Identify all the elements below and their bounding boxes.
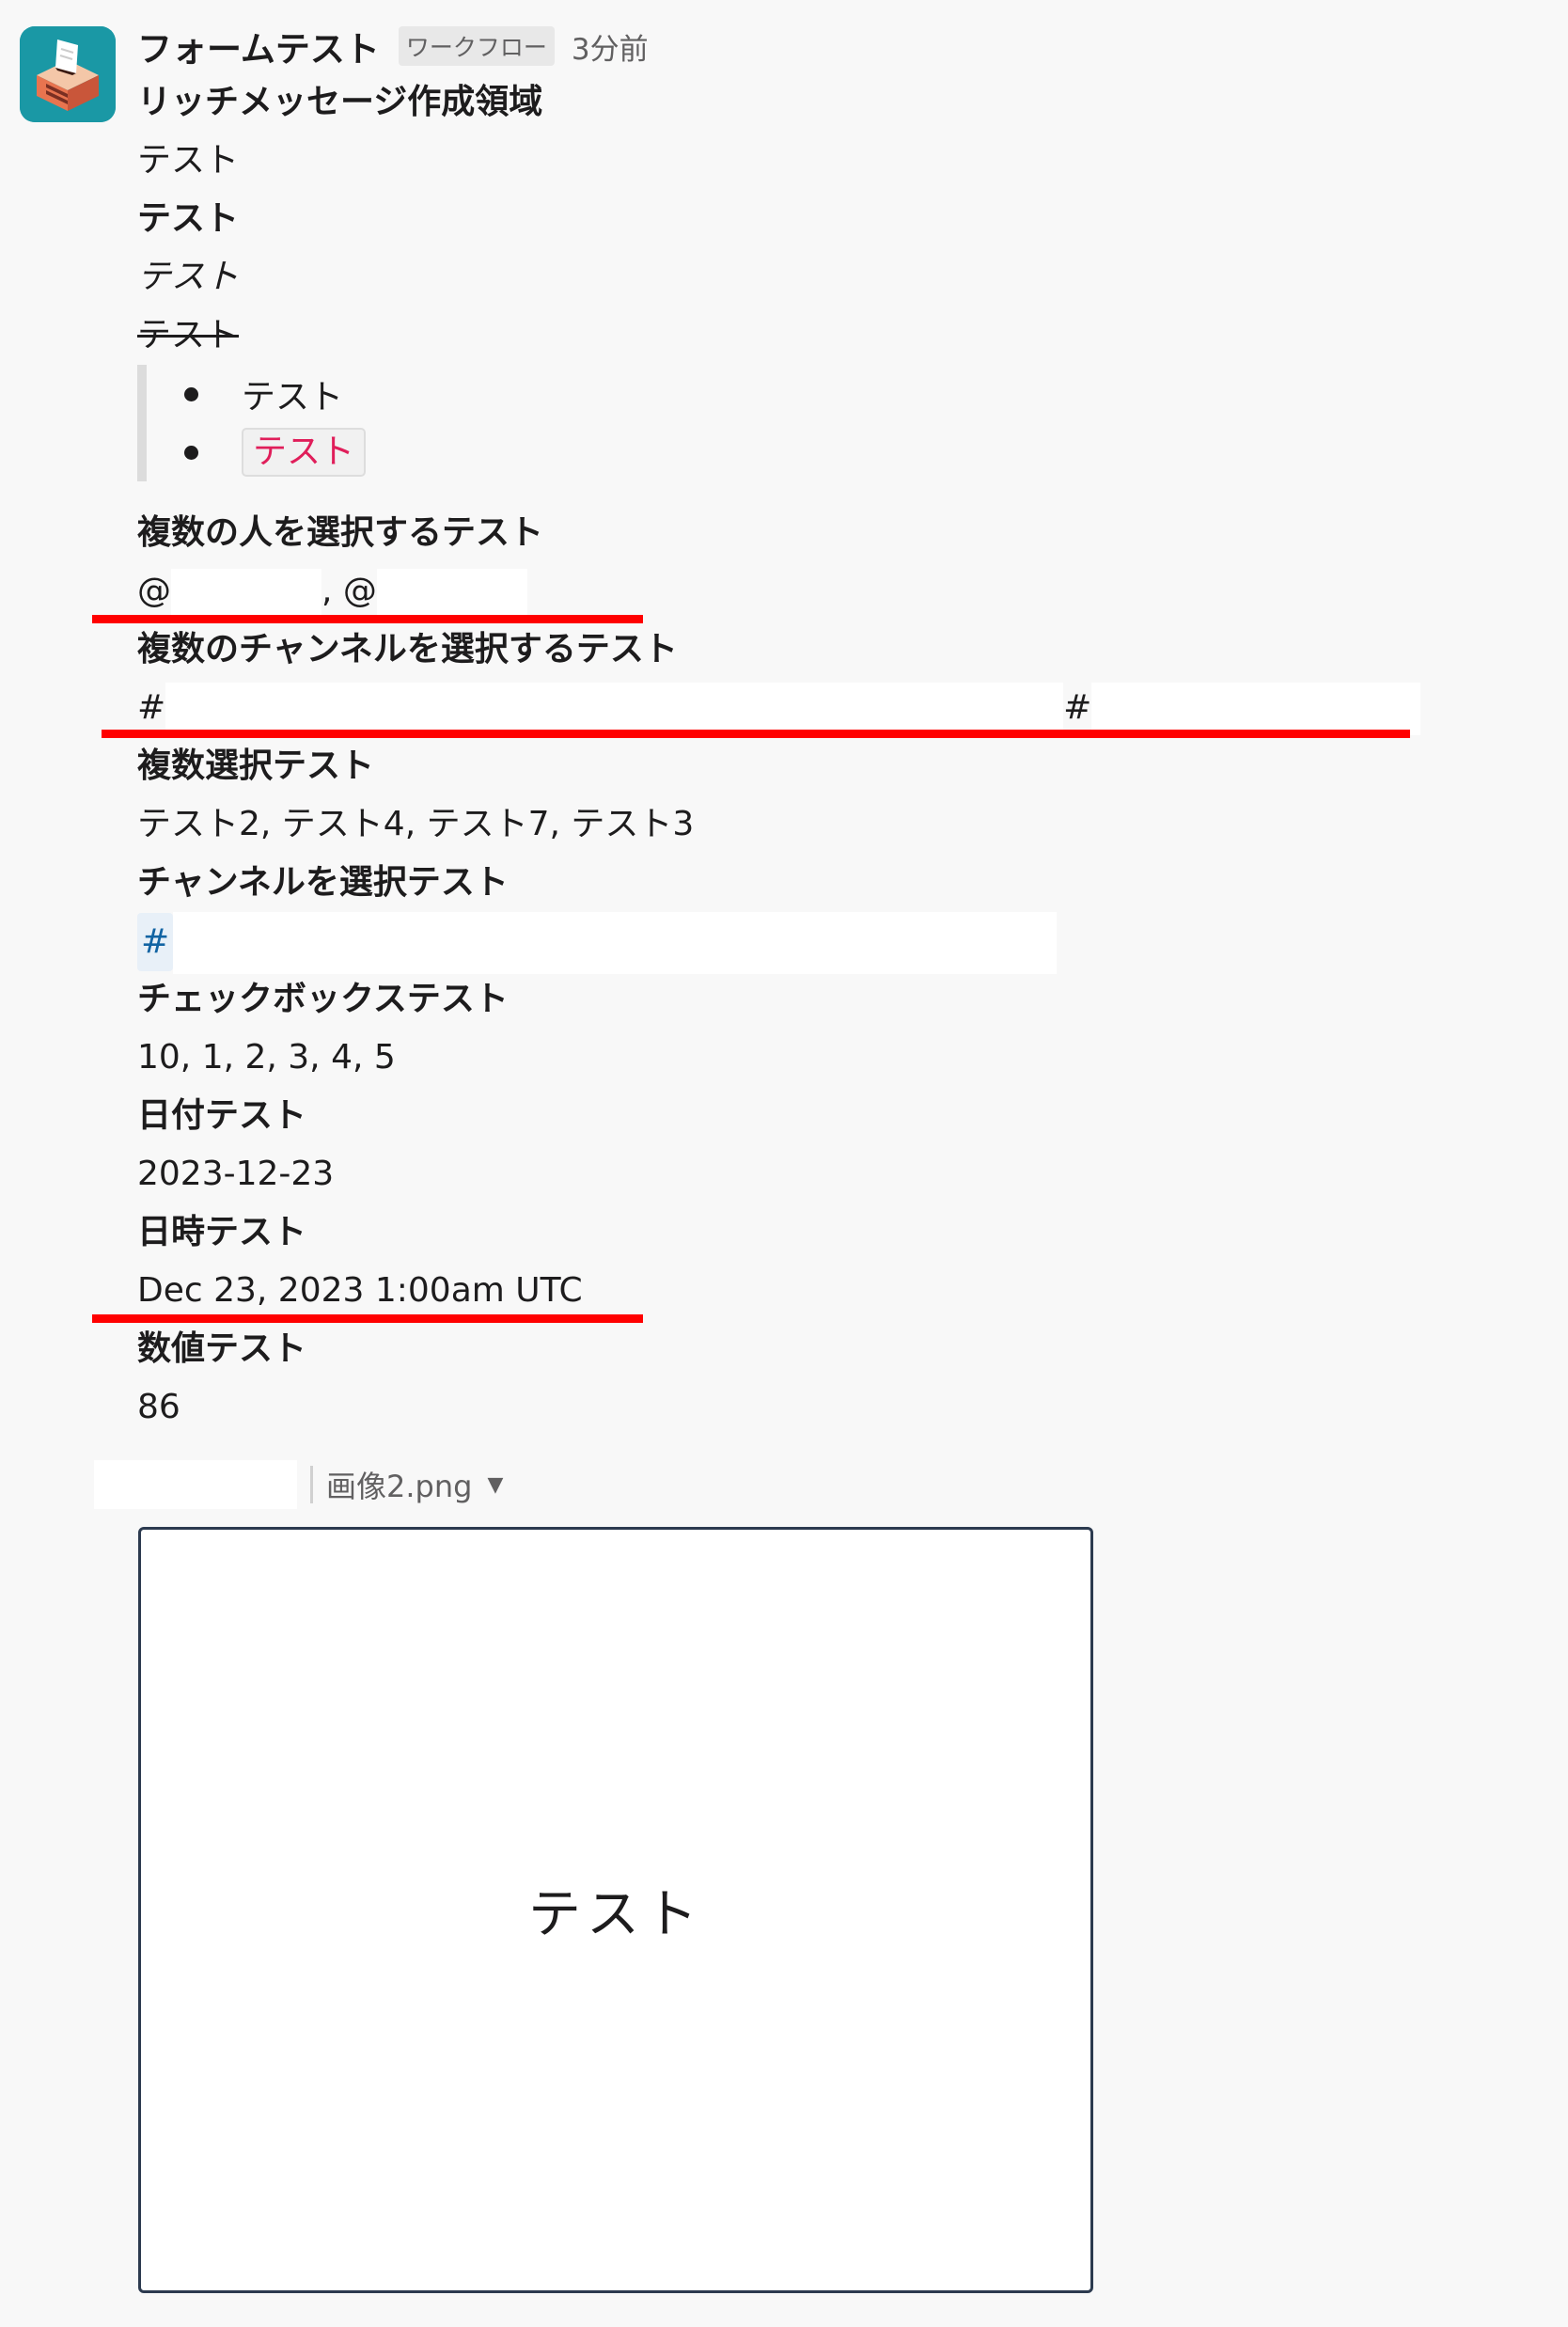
channel-prefix: #: [137, 688, 166, 727]
multi-select-label: 複数選択テスト: [137, 747, 375, 785]
list-item: テスト: [184, 423, 1453, 481]
datetime-value[interactable]: Dec 23, 2023 1:00am UTC: [137, 1262, 1453, 1320]
italic-text: テスト: [137, 258, 240, 296]
redacted-username: [171, 569, 321, 616]
highlight-underline: [92, 615, 643, 623]
number-label: 数値テスト: [137, 1329, 307, 1368]
channel-select-label: チャンネルを選択テスト: [137, 863, 509, 902]
channel-mention[interactable]: #: [137, 683, 1064, 735]
list-item-text: テスト: [242, 378, 344, 417]
attachment-header: 画像2.png ▼: [94, 1455, 503, 1514]
mention-prefix: @: [137, 572, 171, 610]
multi-channel-value: # #: [137, 679, 1453, 737]
bold-text: テスト: [137, 199, 240, 238]
mention-separator: ,: [321, 572, 333, 610]
redacted-username: [376, 569, 527, 616]
redacted-channel: [165, 683, 1064, 735]
number-value: 86: [137, 1388, 180, 1426]
redacted-channel: [173, 912, 1058, 974]
multi-channel-label: 複数のチャンネルを選択するテスト: [137, 630, 678, 668]
ballot-box-icon: [20, 26, 116, 122]
datetime-label: 日時テスト: [137, 1213, 307, 1251]
highlight-underline: [92, 1314, 643, 1323]
attachment-filename[interactable]: 画像2.png: [326, 1463, 472, 1506]
checkbox-label: チェックボックステスト: [137, 980, 509, 1018]
channel-link[interactable]: #: [137, 913, 174, 971]
preview-text: テスト: [528, 1884, 703, 1945]
redacted-uploader: [94, 1460, 297, 1509]
user-mention[interactable]: @: [137, 569, 321, 616]
divider: [310, 1466, 313, 1503]
checkbox-value: 10, 1, 2, 3, 4, 5: [137, 1038, 396, 1077]
app-name[interactable]: フォームテスト: [137, 21, 380, 71]
message-timestamp[interactable]: 3分前: [572, 25, 649, 68]
caret-down-icon[interactable]: ▼: [487, 1473, 503, 1497]
mention-prefix: @: [342, 572, 377, 610]
multi-select-value: テスト2, テスト4, テスト7, テスト3: [137, 805, 695, 843]
date-value: 2023-12-23: [137, 1155, 335, 1193]
plain-text: テスト: [137, 141, 240, 180]
strike-text: テスト: [137, 316, 240, 354]
message-body: リッチメッセージ作成領域 テスト テスト テスト テスト テスト テスト 複数の…: [137, 73, 1453, 1437]
redacted-channel: [1091, 683, 1421, 735]
user-mention[interactable]: @: [342, 569, 527, 616]
multi-user-label: 複数の人を選択するテスト: [137, 513, 544, 552]
multi-user-value: @, @: [137, 562, 1453, 621]
highlight-underline: [102, 730, 1410, 738]
app-avatar[interactable]: [20, 26, 116, 122]
date-label: 日付テスト: [137, 1096, 307, 1135]
message-header: フォームテスト ワークフロー 3分前: [137, 19, 649, 73]
blockquote: テスト テスト: [137, 365, 1453, 481]
channel-prefix: #: [1063, 688, 1092, 727]
inline-code: テスト: [242, 428, 367, 477]
app-badge: ワークフロー: [398, 26, 555, 66]
rich-title: リッチメッセージ作成領域: [137, 83, 543, 121]
channel-select-value: #: [137, 912, 1453, 974]
image-preview[interactable]: テスト: [138, 1527, 1093, 2293]
list-item: テスト: [184, 365, 1453, 423]
channel-mention[interactable]: #: [1063, 683, 1421, 735]
bullet-icon: [184, 386, 198, 401]
bullet-icon: [184, 445, 198, 460]
